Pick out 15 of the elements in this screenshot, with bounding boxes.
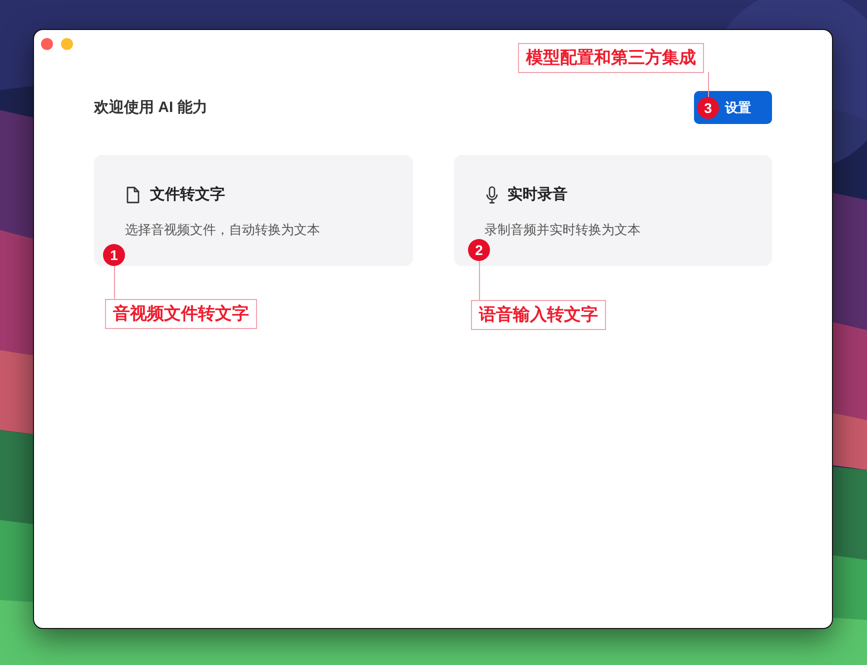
annotation-label: 模型配置和第三方集成 xyxy=(518,43,704,73)
microphone-icon xyxy=(484,186,498,204)
leader-line xyxy=(114,266,115,299)
leader-line xyxy=(708,72,709,97)
document-icon xyxy=(125,186,141,204)
card-title: 实时录音 xyxy=(508,185,568,204)
annotation-label: 语音输入转文字 xyxy=(471,300,606,330)
close-icon[interactable] xyxy=(41,38,53,50)
card-title: 文件转文字 xyxy=(150,185,225,204)
card-description: 选择音视频文件，自动转换为文本 xyxy=(125,221,321,239)
card-description: 录制音频并实时转换为文本 xyxy=(484,221,642,239)
leader-line xyxy=(479,261,480,300)
page-title: 欢迎使用 AI 能力 xyxy=(94,98,208,117)
annotation-label: 音视频文件转文字 xyxy=(105,299,257,329)
minimize-icon[interactable] xyxy=(61,38,73,50)
